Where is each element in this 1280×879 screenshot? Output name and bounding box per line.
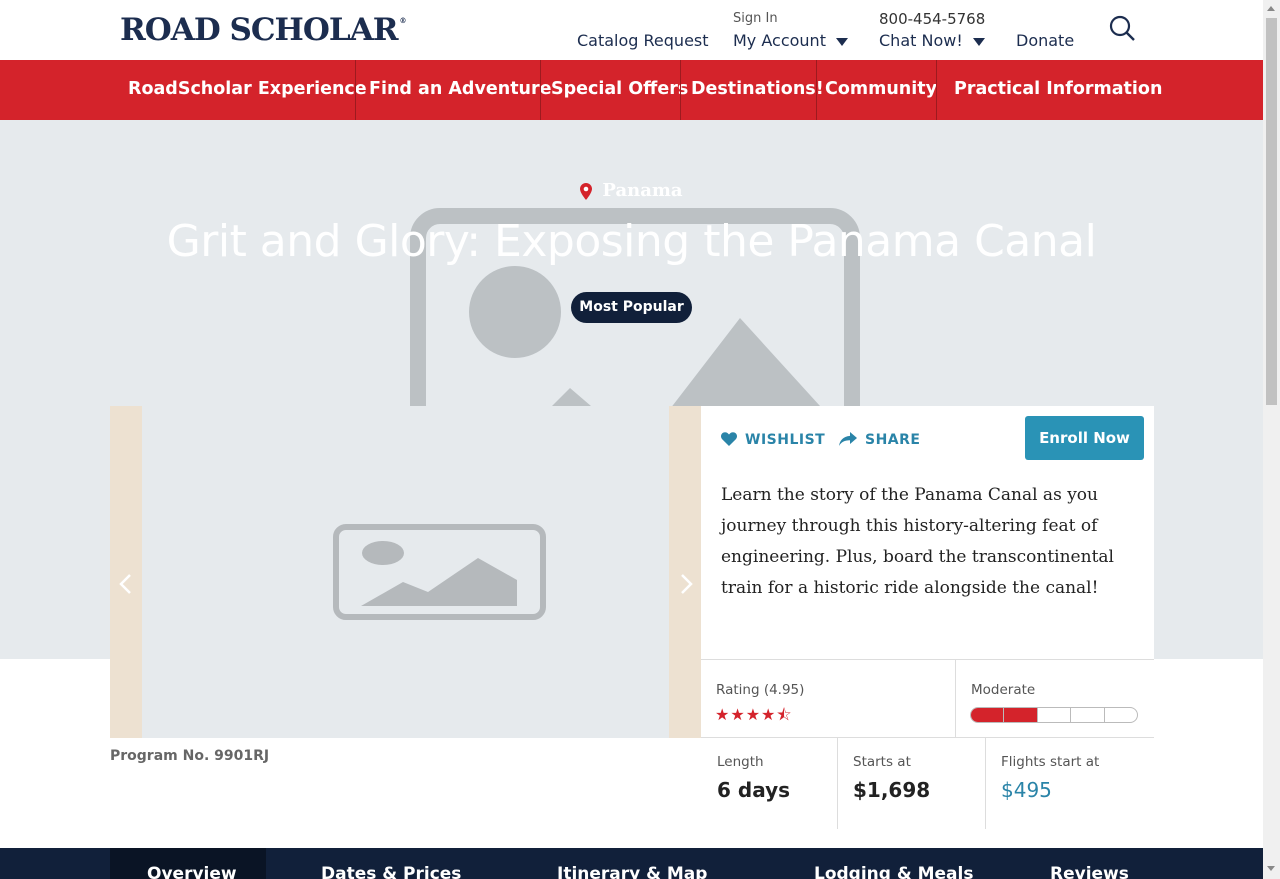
scroll-down-arrow-icon[interactable] — [1267, 866, 1275, 871]
nav-divider — [355, 60, 356, 120]
length-value: 6 days — [717, 778, 791, 802]
meter-segment — [971, 708, 1005, 722]
search-icon[interactable] — [1108, 14, 1136, 42]
tab-dates-prices[interactable]: Dates & Prices — [321, 864, 461, 879]
nav-item-special-offers[interactable]: Special Offers — [551, 60, 688, 120]
nav-item-find-an-adventure[interactable]: Find an Adventure — [369, 60, 552, 120]
photo-gallery — [110, 406, 701, 738]
chevron-down-icon — [835, 37, 848, 46]
star-icon: ★ — [761, 707, 776, 724]
rating-label: Rating (4.95) — [716, 682, 805, 698]
flights-label: Flights start at — [1001, 754, 1100, 770]
road-scholar-logo[interactable]: ROAD SCHOLAR ® — [120, 12, 406, 48]
half-star-icon: ⯪ — [776, 707, 792, 724]
enroll-now-button[interactable]: Enroll Now — [1025, 416, 1144, 460]
program-info-panel: WISHLIST SHARE Enroll Now Learn the stor… — [701, 406, 1154, 660]
gallery-image — [142, 406, 669, 738]
length-cell: Length 6 days — [701, 738, 838, 829]
scroll-up-arrow-icon[interactable] — [1267, 6, 1275, 11]
tab-itinerary-map[interactable]: Itinerary & Map — [557, 864, 707, 879]
nav-item-destinations[interactable]: Destinations! — [691, 60, 824, 120]
main-nav: RoadScholar Experience Find an Adventure… — [0, 60, 1263, 120]
wishlist-button[interactable]: WISHLIST — [721, 432, 825, 448]
tab-overview[interactable]: Overview — [147, 864, 237, 879]
my-account-menu[interactable]: My Account — [733, 31, 848, 50]
share-icon — [839, 432, 857, 446]
meter-segment — [1004, 708, 1038, 722]
star-icon: ★ — [730, 707, 745, 724]
activity-level-meter — [970, 707, 1138, 723]
image-placeholder-icon — [333, 524, 546, 620]
nav-item-roadscholar-experience[interactable]: RoadScholar Experience — [128, 60, 367, 120]
catalog-request-link[interactable]: Catalog Request — [577, 31, 709, 50]
nav-divider — [816, 60, 817, 120]
most-popular-badge: Most Popular — [571, 292, 692, 323]
heart-icon — [721, 432, 737, 446]
sign-in-link[interactable]: Sign In — [733, 11, 778, 26]
meter-segment — [1071, 708, 1105, 722]
length-label: Length — [717, 754, 764, 770]
chat-now-menu[interactable]: Chat Now! — [879, 31, 985, 50]
starts-at-cell: Starts at $1,698 — [838, 738, 986, 829]
meter-segment — [1038, 708, 1072, 722]
activity-level-label: Moderate — [971, 682, 1036, 698]
tab-reviews[interactable]: Reviews — [1050, 864, 1129, 879]
chevron-right-icon[interactable] — [674, 572, 698, 596]
program-number: Program No. 9901RJ — [110, 748, 270, 764]
program-title: Grit and Glory: Exposing the Panama Cana… — [166, 216, 1097, 267]
chat-now-label: Chat Now! — [879, 31, 963, 50]
location-label: Panama — [0, 180, 1263, 201]
chevron-left-icon[interactable] — [114, 572, 138, 596]
program-description: Learn the story of the Panama Canal as y… — [721, 485, 1114, 598]
program-tabs: Overview Dates & Prices Itinerary & Map … — [0, 848, 1263, 879]
rating-cell: Rating (4.95) ★★★★⯪ — [701, 659, 956, 738]
nav-divider — [540, 60, 541, 120]
share-button[interactable]: SHARE — [839, 432, 920, 448]
page: ROAD SCHOLAR ® Catalog Request Sign In My… — [0, 0, 1280, 879]
nav-divider — [936, 60, 937, 120]
starts-at-label: Starts at — [853, 754, 911, 770]
top-header: ROAD SCHOLAR ® Catalog Request Sign In My… — [0, 0, 1263, 60]
flights-cell[interactable]: Flights start at $495 — [986, 738, 1154, 829]
chevron-down-icon — [972, 37, 985, 46]
donate-link[interactable]: Donate — [1016, 31, 1074, 50]
phone-number[interactable]: 800-454-5768 — [879, 10, 985, 28]
nav-divider — [680, 60, 681, 120]
star-icon: ★ — [745, 707, 761, 724]
scrollbar-thumb[interactable] — [1266, 18, 1277, 405]
rating-stars: ★★★★⯪ — [715, 704, 793, 731]
nav-item-community[interactable]: Community — [825, 60, 937, 120]
flights-price-link[interactable]: $495 — [1001, 778, 1052, 802]
meter-segment — [1105, 708, 1137, 722]
program-stats: Rating (4.95) ★★★★⯪ Moderate Length 6 da… — [701, 659, 1154, 829]
wishlist-label: WISHLIST — [745, 432, 826, 448]
share-label: SHARE — [865, 432, 921, 448]
activity-level-cell: Moderate — [956, 659, 1154, 738]
nav-item-practical-information[interactable]: Practical Information — [954, 60, 1162, 120]
star-icon: ★ — [715, 707, 730, 724]
location-name: Panama — [602, 180, 683, 201]
tab-lodging-meals[interactable]: Lodging & Meals — [814, 864, 973, 879]
my-account-label: My Account — [733, 31, 826, 50]
scrollbar[interactable] — [1263, 0, 1280, 879]
starts-at-price: $1,698 — [853, 778, 931, 802]
map-pin-icon — [580, 182, 593, 200]
